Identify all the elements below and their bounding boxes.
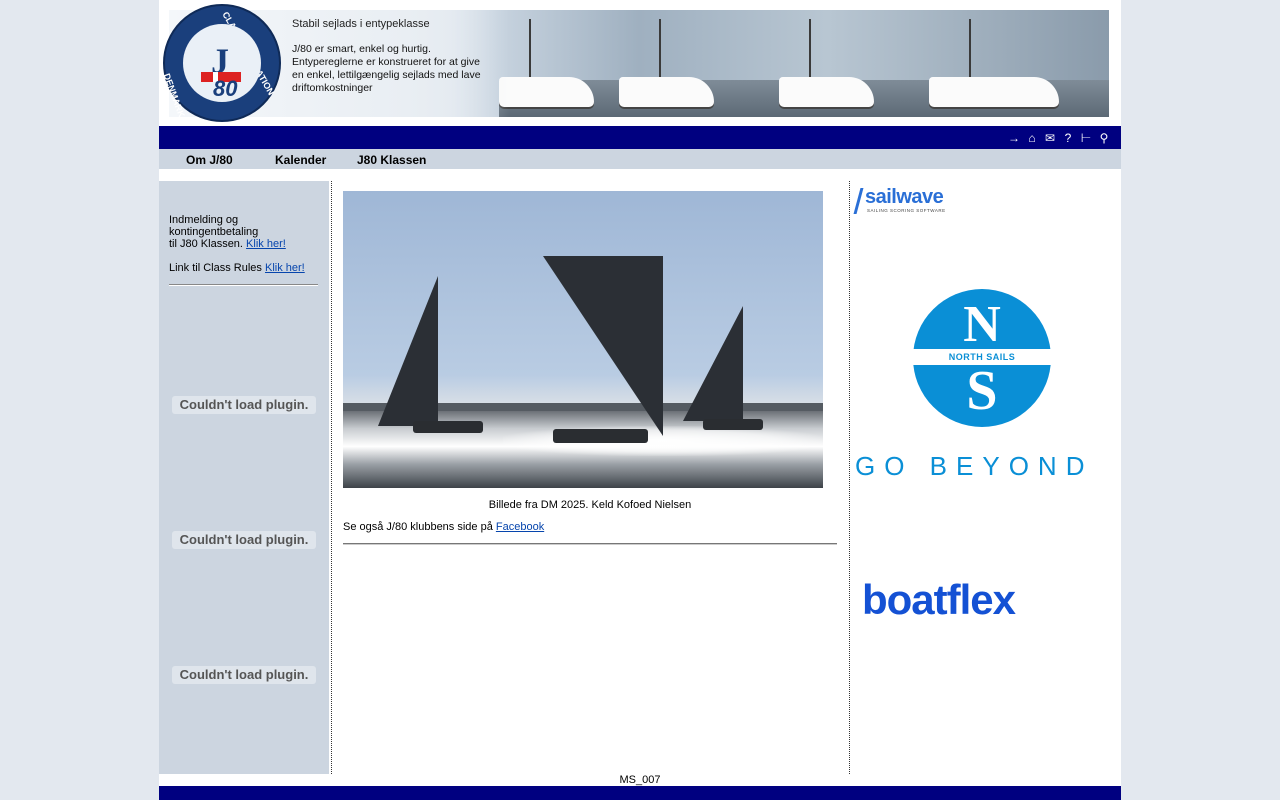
sail [378,276,438,426]
top-navbar: → ⌂ ✉ ? ⊢ ⚲ [159,126,1121,149]
search-icon[interactable]: ⚲ [1097,131,1111,145]
boat-hull [553,429,648,443]
plugin-placeholder: Couldn't load plugin. [172,531,316,549]
banner-boat [779,77,874,107]
divider [343,543,837,545]
banner-slogan: Stabil sejlads i entypeklasse [292,18,430,30]
divider [169,284,318,286]
facebook-note: Se også J/80 klubbens side på Facebook [343,521,545,533]
help-icon[interactable]: ? [1061,131,1075,145]
sponsor-column: sailwave SAILING SCORING SOFTWARE N NORT… [853,181,1121,774]
arrow-right-icon[interactable]: → [1007,131,1021,145]
go-beyond-slogan[interactable]: GO BEYOND [855,451,1121,482]
plugin-placeholder: Couldn't load plugin. [172,396,316,414]
class-rules-label: Link til Class Rules [169,262,262,274]
menu-item-j80-klassen[interactable]: J80 Klassen [357,153,426,167]
sail [683,306,743,421]
photo-caption: Billede fra DM 2025. Keld Kofoed Nielsen [488,499,692,511]
page-container: Stabil sejlads i entypeklasse J/80 er sm… [159,0,1121,800]
nav-icon-group: → ⌂ ✉ ? ⊢ ⚲ [1007,131,1111,145]
membership-text: Indmelding og kontingentbetaling til J80… [169,214,305,274]
header-banner: Stabil sejlads i entypeklasse J/80 er sm… [169,10,1109,117]
banner-slogan-sub: J/80 er smart, enkel og hurtig. Entypere… [292,43,481,94]
plugin-placeholder: Couldn't load plugin. [172,666,316,684]
main-menu: Om J/80 Kalender J80 Klassen [159,149,1121,169]
menu-item-om-j80[interactable]: Om J/80 [186,153,233,167]
sitemap-icon[interactable]: ⊢ [1079,131,1093,145]
banner-boat [619,77,714,107]
regatta-photo [343,191,823,488]
sailwave-logo[interactable]: sailwave SAILING SCORING SOFTWARE [853,186,957,214]
left-sidebar: Indmelding og kontingentbetaling til J80… [159,181,329,774]
mail-icon[interactable]: ✉ [1043,131,1057,145]
class-rules-link[interactable]: Klik her! [265,262,305,274]
sail [543,256,663,436]
boatflex-logo[interactable]: boatflex [862,576,1016,624]
column-divider [849,181,850,774]
facebook-link[interactable]: Facebook [496,521,544,533]
footer-bar [159,786,1121,800]
home-icon[interactable]: ⌂ [1025,131,1039,145]
column-divider [331,181,332,774]
boat-hull [703,419,763,430]
banner-boat [929,77,1059,107]
boat-hull [413,421,483,433]
logo-ring-bottom: DENMARK [161,72,187,119]
logo-80: 80 [213,76,238,101]
banner-boat [499,77,594,107]
menu-item-kalender[interactable]: Kalender [275,153,326,167]
north-sails-logo[interactable]: N NORTH SAILS S [913,289,1051,427]
membership-link[interactable]: Klik her! [246,238,286,250]
main-content: Billede fra DM 2025. Keld Kofoed Nielsen… [343,191,837,545]
sail-icon [853,188,864,214]
j80-logo[interactable]: CLASS ASSOCIATION DENMARK J 80 [161,4,281,122]
footer-code: MS_007 [619,774,661,786]
